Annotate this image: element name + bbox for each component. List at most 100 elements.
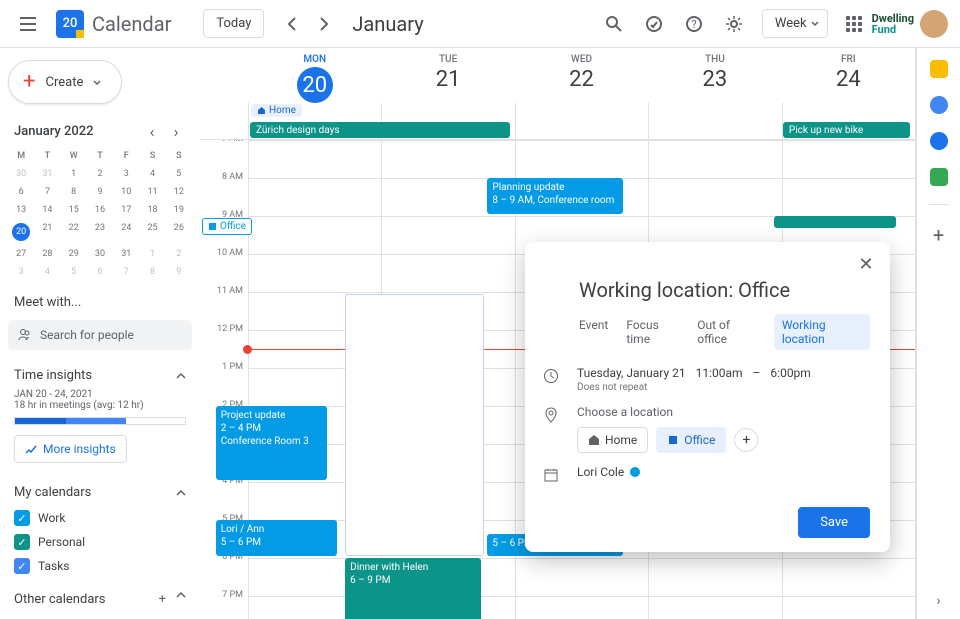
other-calendars-section[interactable]: Other calendars + [8,578,192,613]
allday-event[interactable]: Pick up new bike [783,122,910,138]
mini-day[interactable]: 4 [139,165,165,183]
popup-start-time[interactable]: 11:00am [696,366,743,380]
home-chip[interactable]: Home [251,104,302,117]
calendar-item[interactable]: ✓Tasks [8,554,192,578]
event-lori-ann[interactable]: Lori / Ann 5 – 6 PM [216,520,338,556]
mini-day[interactable]: 13 [8,201,34,219]
save-button[interactable]: Save [798,507,870,538]
mini-day[interactable]: 26 [166,219,192,245]
mini-day[interactable]: 9 [87,183,113,201]
day-header[interactable]: FRI24 [782,48,915,103]
mini-day[interactable]: 3 [8,263,34,281]
create-button[interactable]: + Create [8,60,122,104]
mini-day[interactable]: 8 [139,263,165,281]
next-week-button[interactable] [308,8,340,40]
event-fri-morning[interactable] [774,216,896,228]
mini-day[interactable]: 29 [61,245,87,263]
calendar-item[interactable]: ✓Personal [8,530,192,554]
day-header[interactable]: WED22 [515,48,648,103]
mini-day[interactable]: 2 [166,245,192,263]
location-chip-home[interactable]: Home [577,427,648,453]
checkbox-icon[interactable]: ✓ [14,510,30,526]
search-icon[interactable] [596,6,632,42]
mini-day[interactable]: 6 [8,183,34,201]
mini-day[interactable]: 22 [61,219,87,245]
add-location-button[interactable]: + [734,428,758,452]
event-dinner[interactable]: Dinner with Helen 6 – 9 PM [345,558,481,619]
mini-day[interactable]: 7 [34,183,60,201]
mini-day[interactable]: 27 [8,245,34,263]
mini-calendar[interactable]: MTWTFSS303112345678910111213141516171819… [8,147,192,281]
mini-day[interactable]: 7 [113,263,139,281]
contacts-icon[interactable] [930,132,948,150]
mini-day[interactable]: 14 [34,201,60,219]
mini-day[interactable]: 5 [166,165,192,183]
mini-day[interactable]: 20 [8,219,34,245]
calendar-owner[interactable]: Lori Cole [577,465,624,479]
mini-day[interactable]: 30 [87,245,113,263]
mini-day[interactable]: 15 [61,201,87,219]
popup-tab[interactable]: Focus time [626,314,679,350]
popup-tab[interactable]: Event [579,314,608,350]
day-header[interactable]: THU23 [648,48,781,103]
popup-end-time[interactable]: 6:00pm [770,366,810,380]
mini-day[interactable]: 28 [34,245,60,263]
search-people-input[interactable]: Search for people [8,320,192,350]
close-button[interactable]: ✕ [852,250,880,278]
mini-day[interactable]: 6 [87,263,113,281]
more-insights-button[interactable]: More insights [14,435,127,463]
google-apps-button[interactable] [846,16,862,32]
settings-icon[interactable] [716,6,752,42]
repeat-label[interactable]: Does not repeat [577,382,870,393]
mini-day[interactable]: 11 [139,183,165,201]
location-chip-office[interactable]: Office [656,427,726,453]
help-icon[interactable]: ? [676,6,712,42]
working-location-chip[interactable]: Office [202,218,252,235]
mini-day[interactable]: 30 [8,165,34,183]
mini-day[interactable]: 16 [87,201,113,219]
main-menu-button[interactable] [8,4,48,44]
checkbox-icon[interactable]: ✓ [14,558,30,574]
hour-row[interactable]: 7 AM [248,140,915,178]
add-calendar-button[interactable]: + [159,592,166,607]
calendar-item[interactable]: ✓Work [8,506,192,530]
maps-icon[interactable] [930,168,948,186]
mini-day[interactable]: 23 [87,219,113,245]
keep-icon[interactable] [930,60,948,78]
day-header[interactable]: TUE21 [381,48,514,103]
mini-day[interactable]: 8 [61,183,87,201]
popup-tab[interactable]: Out of office [697,314,756,350]
time-insights-section[interactable]: Time insights [8,354,192,389]
mini-day[interactable]: 24 [113,219,139,245]
mini-day[interactable]: 9 [166,263,192,281]
mini-prev-button[interactable]: ‹ [142,122,162,141]
popup-date[interactable]: Tuesday, January 21 [577,366,686,380]
allday-event[interactable]: Zürich design days [250,122,510,138]
account-avatar[interactable] [920,10,948,38]
view-selector[interactable]: Week [762,9,828,38]
support-icon[interactable] [636,6,672,42]
day-header[interactable]: MON20 [248,48,381,103]
today-button[interactable]: Today [203,9,264,38]
mini-day[interactable]: 1 [61,165,87,183]
mini-day[interactable]: 31 [34,165,60,183]
mini-day[interactable]: 18 [139,201,165,219]
mini-day[interactable]: 1 [139,245,165,263]
mini-day[interactable]: 2 [87,165,113,183]
tasks-icon[interactable] [930,96,948,114]
collapse-rail-button[interactable]: › [936,593,940,609]
working-location-ghost[interactable] [345,294,484,556]
event-project-update[interactable]: Project update 2 – 4 PM Conference Room … [216,406,327,480]
mini-day[interactable]: 5 [61,263,87,281]
checkbox-icon[interactable]: ✓ [14,534,30,550]
mini-next-button[interactable]: › [166,122,186,141]
mini-day[interactable]: 25 [139,219,165,245]
mini-day[interactable]: 4 [34,263,60,281]
add-addon-button[interactable]: + [933,223,944,247]
mini-day[interactable]: 31 [113,245,139,263]
mini-day[interactable]: 19 [166,201,192,219]
mini-day[interactable]: 3 [113,165,139,183]
mini-day[interactable]: 21 [34,219,60,245]
popup-tab[interactable]: Working location [774,314,870,350]
prev-week-button[interactable] [276,8,308,40]
